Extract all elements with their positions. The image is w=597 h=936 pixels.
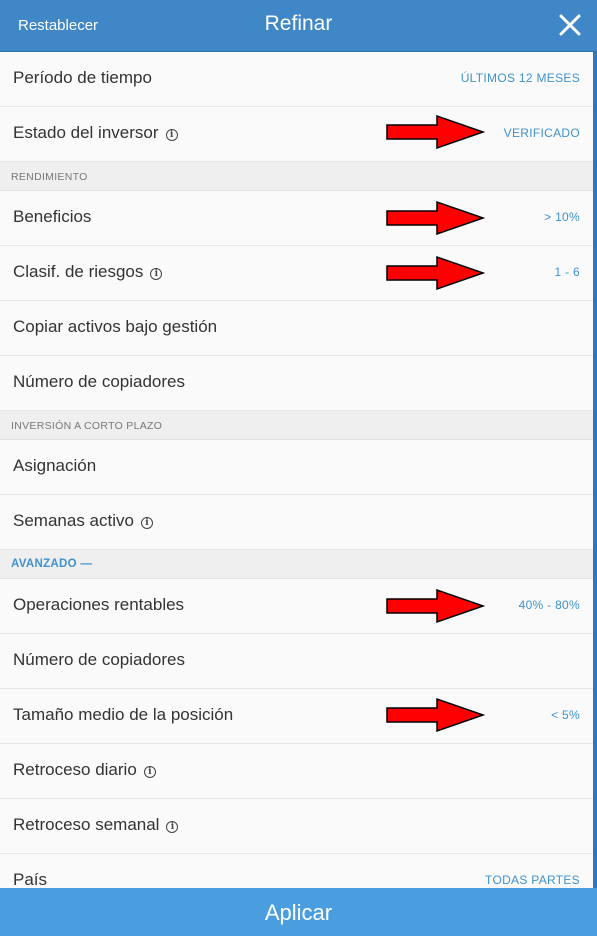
filter-label: Clasif. de riesgos i <box>13 262 163 282</box>
filter-label-text: Estado del inversor <box>13 123 159 142</box>
section-header-corto-plazo: INVERSIÓN A CORTO PLAZO <box>0 411 593 440</box>
red-arrow-icon <box>386 255 485 291</box>
filter-label-text: Retroceso diario <box>13 760 137 779</box>
filter-row-copiers[interactable]: Número de copiadores <box>0 356 593 411</box>
red-arrow-icon <box>386 588 485 624</box>
section-label: INVERSIÓN A CORTO PLAZO <box>11 420 163 432</box>
filter-value: 40% - 80% <box>518 598 580 612</box>
filter-list: Período de tiempo ÚLTIMOS 12 MESES Estad… <box>0 52 593 888</box>
filter-row-weekly-drawdown[interactable]: Retroceso semanal i <box>0 799 593 854</box>
filter-label: Tamaño medio de la posición <box>13 705 234 724</box>
section-header-rendimiento: RENDIMIENTO <box>0 162 593 191</box>
filter-row-time-period[interactable]: Período de tiempo ÚLTIMOS 12 MESES <box>0 52 593 107</box>
page-title: Refinar <box>264 12 333 35</box>
info-icon[interactable]: i <box>166 821 179 833</box>
section-toggle-label[interactable]: AVANZADO — <box>11 558 92 570</box>
filter-label: Número de copiadores <box>13 650 185 669</box>
filter-label: Estado del inversor i <box>13 123 178 143</box>
filter-value: > 10% <box>544 210 580 224</box>
filter-label-text: Clasif. de riesgos <box>13 262 144 281</box>
filter-row-risk-score[interactable]: Clasif. de riesgos i 1 - 6 <box>0 246 593 301</box>
filter-label: Semanas activo i <box>13 511 153 531</box>
filter-row-gain[interactable]: Beneficios > 10% <box>0 191 593 246</box>
red-arrow-icon <box>386 697 485 733</box>
red-arrow-icon <box>386 200 485 236</box>
section-label: RENDIMIENTO <box>11 171 88 183</box>
filter-label: Operaciones rentables <box>13 595 185 614</box>
filter-row-allocation[interactable]: Asignación <box>0 440 593 495</box>
filter-row-daily-drawdown[interactable]: Retroceso diario i <box>0 744 593 799</box>
apply-button[interactable]: Aplicar <box>0 888 597 936</box>
filter-row-copiers-advanced[interactable]: Número de copiadores <box>0 634 593 689</box>
filter-label: Copiar activos bajo gestión <box>13 317 218 336</box>
info-icon[interactable]: i <box>143 766 156 778</box>
filter-value: VERIFICADO <box>503 126 580 140</box>
filter-value: TODAS PARTES <box>485 873 580 887</box>
filter-label: Beneficios <box>13 207 92 226</box>
filter-row-avg-position-size[interactable]: Tamaño medio de la posición < 5% <box>0 689 593 744</box>
filter-label: Período de tiempo <box>13 68 152 87</box>
red-arrow-icon <box>386 114 485 150</box>
filter-row-copy-aum[interactable]: Copiar activos bajo gestión <box>0 301 593 356</box>
filter-value: < 5% <box>551 708 580 722</box>
filter-label: Retroceso diario i <box>13 760 156 780</box>
filter-label: Retroceso semanal i <box>13 815 179 835</box>
header-bar: Restablecer Refinar <box>0 0 597 52</box>
filter-value: 1 - 6 <box>554 265 580 279</box>
filter-row-investor-status[interactable]: Estado del inversor i VERIFICADO <box>0 107 593 162</box>
filter-row-active-weeks[interactable]: Semanas activo i <box>0 495 593 550</box>
filter-row-profitable-trades[interactable]: Operaciones rentables 40% - 80% <box>0 579 593 634</box>
filter-label: Número de copiadores <box>13 372 185 391</box>
filter-label: País <box>13 870 48 888</box>
filter-label-text: Semanas activo <box>13 511 134 530</box>
filter-row-country[interactable]: País TODAS PARTES <box>0 854 593 888</box>
info-icon[interactable]: i <box>165 129 178 141</box>
info-icon[interactable]: i <box>150 268 163 280</box>
apply-button-label: Aplicar <box>264 900 333 925</box>
scrollbar[interactable] <box>593 52 597 888</box>
filter-label-text: Retroceso semanal <box>13 815 160 834</box>
close-icon[interactable] <box>556 11 584 39</box>
section-header-avanzado[interactable]: AVANZADO — <box>0 550 593 579</box>
info-icon[interactable]: i <box>140 517 153 529</box>
filter-value: ÚLTIMOS 12 MESES <box>460 71 580 85</box>
filter-label: Asignación <box>13 456 97 475</box>
